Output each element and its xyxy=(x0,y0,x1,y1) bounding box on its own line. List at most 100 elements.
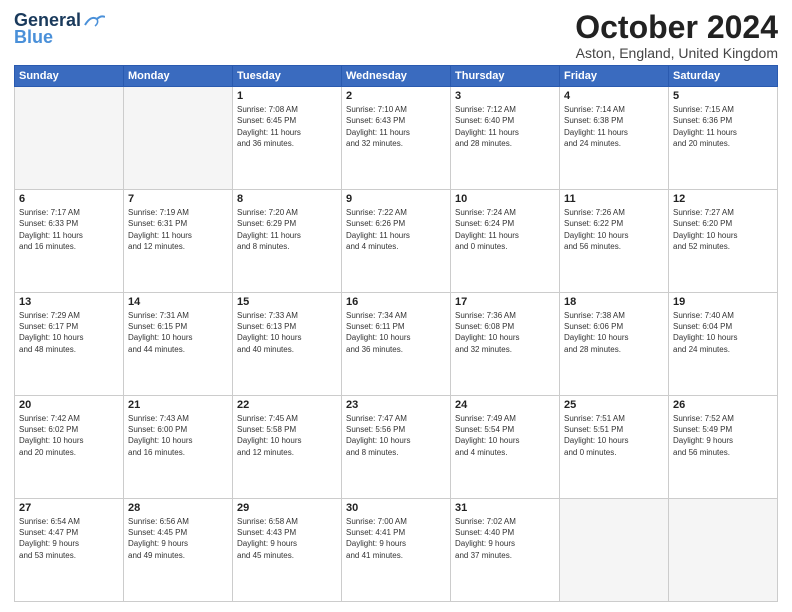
day-info: Sunrise: 6:54 AM Sunset: 4:47 PM Dayligh… xyxy=(19,516,119,561)
calendar-cell: 1 Sunrise: 7:08 AM Sunset: 6:45 PM Daylig… xyxy=(233,87,342,190)
calendar-cell: 15 Sunrise: 7:33 AM Sunset: 6:13 PM Dayli… xyxy=(233,293,342,396)
day-number: 12 xyxy=(673,193,773,205)
day-info: Sunrise: 7:49 AM Sunset: 5:54 PM Dayligh… xyxy=(455,413,555,458)
day-number: 9 xyxy=(346,193,446,205)
calendar-cell: 26 Sunrise: 7:52 AM Sunset: 5:49 PM Dayli… xyxy=(669,396,778,499)
day-number: 19 xyxy=(673,296,773,308)
calendar-cell: 4 Sunrise: 7:14 AM Sunset: 6:38 PM Daylig… xyxy=(560,87,669,190)
calendar-cell xyxy=(15,87,124,190)
day-number: 2 xyxy=(346,90,446,102)
calendar-cell: 25 Sunrise: 7:51 AM Sunset: 5:51 PM Dayli… xyxy=(560,396,669,499)
day-header-sunday: Sunday xyxy=(15,66,124,87)
day-number: 16 xyxy=(346,296,446,308)
day-number: 13 xyxy=(19,296,119,308)
day-info: Sunrise: 7:00 AM Sunset: 4:41 PM Dayligh… xyxy=(346,516,446,561)
day-number: 24 xyxy=(455,399,555,411)
day-info: Sunrise: 7:42 AM Sunset: 6:02 PM Dayligh… xyxy=(19,413,119,458)
day-info: Sunrise: 7:34 AM Sunset: 6:11 PM Dayligh… xyxy=(346,310,446,355)
day-info: Sunrise: 7:08 AM Sunset: 6:45 PM Dayligh… xyxy=(237,104,337,149)
day-info: Sunrise: 7:40 AM Sunset: 6:04 PM Dayligh… xyxy=(673,310,773,355)
day-info: Sunrise: 7:29 AM Sunset: 6:17 PM Dayligh… xyxy=(19,310,119,355)
calendar-cell: 18 Sunrise: 7:38 AM Sunset: 6:06 PM Dayli… xyxy=(560,293,669,396)
month-title: October 2024 xyxy=(575,10,778,45)
header: General Blue October 2024 Aston, England… xyxy=(14,10,778,61)
day-number: 23 xyxy=(346,399,446,411)
day-number: 31 xyxy=(455,502,555,514)
day-number: 25 xyxy=(564,399,664,411)
calendar-header-row: SundayMondayTuesdayWednesdayThursdayFrid… xyxy=(15,66,778,87)
day-number: 20 xyxy=(19,399,119,411)
day-info: Sunrise: 7:31 AM Sunset: 6:15 PM Dayligh… xyxy=(128,310,228,355)
day-info: Sunrise: 7:43 AM Sunset: 6:00 PM Dayligh… xyxy=(128,413,228,458)
calendar-cell: 20 Sunrise: 7:42 AM Sunset: 6:02 PM Dayli… xyxy=(15,396,124,499)
calendar-cell: 9 Sunrise: 7:22 AM Sunset: 6:26 PM Daylig… xyxy=(342,190,451,293)
week-row-2: 6 Sunrise: 7:17 AM Sunset: 6:33 PM Daylig… xyxy=(15,190,778,293)
day-header-friday: Friday xyxy=(560,66,669,87)
calendar-cell: 7Sunrise: 7:19 AM Sunset: 6:31 PM Daylig… xyxy=(124,190,233,293)
day-info: Sunrise: 7:38 AM Sunset: 6:06 PM Dayligh… xyxy=(564,310,664,355)
day-info: Sunrise: 6:56 AM Sunset: 4:45 PM Dayligh… xyxy=(128,516,228,561)
day-header-saturday: Saturday xyxy=(669,66,778,87)
day-number: 29 xyxy=(237,502,337,514)
week-row-4: 20 Sunrise: 7:42 AM Sunset: 6:02 PM Dayli… xyxy=(15,396,778,499)
day-number: 1 xyxy=(237,90,337,102)
calendar-cell: 13 Sunrise: 7:29 AM Sunset: 6:17 PM Dayli… xyxy=(15,293,124,396)
calendar-cell: 3 Sunrise: 7:12 AM Sunset: 6:40 PM Daylig… xyxy=(451,87,560,190)
calendar-cell: 6 Sunrise: 7:17 AM Sunset: 6:33 PM Daylig… xyxy=(15,190,124,293)
day-number: 11 xyxy=(564,193,664,205)
calendar-cell: 12 Sunrise: 7:27 AM Sunset: 6:20 PM Dayli… xyxy=(669,190,778,293)
calendar-cell: 22 Sunrise: 7:45 AM Sunset: 5:58 PM Dayli… xyxy=(233,396,342,499)
day-header-wednesday: Wednesday xyxy=(342,66,451,87)
day-info: Sunrise: 7:51 AM Sunset: 5:51 PM Dayligh… xyxy=(564,413,664,458)
day-info: Sunrise: 7:17 AM Sunset: 6:33 PM Dayligh… xyxy=(19,207,119,252)
day-number: 15 xyxy=(237,296,337,308)
day-number: 8 xyxy=(237,193,337,205)
day-info: Sunrise: 7:47 AM Sunset: 5:56 PM Dayligh… xyxy=(346,413,446,458)
calendar-cell: 8Sunrise: 7:20 AM Sunset: 6:29 PM Daylig… xyxy=(233,190,342,293)
day-number: 21 xyxy=(128,399,228,411)
calendar-cell xyxy=(560,499,669,602)
calendar-cell: 24 Sunrise: 7:49 AM Sunset: 5:54 PM Dayli… xyxy=(451,396,560,499)
day-number: 18 xyxy=(564,296,664,308)
calendar-cell: 21 Sunrise: 7:43 AM Sunset: 6:00 PM Dayli… xyxy=(124,396,233,499)
day-number: 27 xyxy=(19,502,119,514)
day-number: 17 xyxy=(455,296,555,308)
day-number: 26 xyxy=(673,399,773,411)
calendar-cell: 19 Sunrise: 7:40 AM Sunset: 6:04 PM Dayli… xyxy=(669,293,778,396)
day-number: 3 xyxy=(455,90,555,102)
day-number: 5 xyxy=(673,90,773,102)
calendar-cell: 27 Sunrise: 6:54 AM Sunset: 4:47 PM Dayli… xyxy=(15,499,124,602)
day-info: Sunrise: 7:27 AM Sunset: 6:20 PM Dayligh… xyxy=(673,207,773,252)
logo-blue: Blue xyxy=(14,27,53,48)
calendar-cell: 28Sunrise: 6:56 AM Sunset: 4:45 PM Dayli… xyxy=(124,499,233,602)
day-info: Sunrise: 6:58 AM Sunset: 4:43 PM Dayligh… xyxy=(237,516,337,561)
day-info: Sunrise: 7:52 AM Sunset: 5:49 PM Dayligh… xyxy=(673,413,773,458)
day-info: Sunrise: 7:14 AM Sunset: 6:38 PM Dayligh… xyxy=(564,104,664,149)
day-header-monday: Monday xyxy=(124,66,233,87)
week-row-3: 13 Sunrise: 7:29 AM Sunset: 6:17 PM Dayli… xyxy=(15,293,778,396)
calendar-cell: 29 Sunrise: 6:58 AM Sunset: 4:43 PM Dayli… xyxy=(233,499,342,602)
calendar-cell: 2 Sunrise: 7:10 AM Sunset: 6:43 PM Daylig… xyxy=(342,87,451,190)
week-row-1: 1 Sunrise: 7:08 AM Sunset: 6:45 PM Daylig… xyxy=(15,87,778,190)
day-number: 22 xyxy=(237,399,337,411)
day-info: Sunrise: 7:33 AM Sunset: 6:13 PM Dayligh… xyxy=(237,310,337,355)
day-info: Sunrise: 7:15 AM Sunset: 6:36 PM Dayligh… xyxy=(673,104,773,149)
logo-bird-icon xyxy=(83,13,105,29)
calendar-cell: 14 Sunrise: 7:31 AM Sunset: 6:15 PM Dayli… xyxy=(124,293,233,396)
day-info: Sunrise: 7:10 AM Sunset: 6:43 PM Dayligh… xyxy=(346,104,446,149)
logo: General Blue xyxy=(14,10,105,48)
location: Aston, England, United Kingdom xyxy=(575,45,778,61)
day-info: Sunrise: 7:24 AM Sunset: 6:24 PM Dayligh… xyxy=(455,207,555,252)
day-number: 4 xyxy=(564,90,664,102)
calendar-cell: 17Sunrise: 7:36 AM Sunset: 6:08 PM Dayli… xyxy=(451,293,560,396)
calendar: SundayMondayTuesdayWednesdayThursdayFrid… xyxy=(14,65,778,602)
title-block: October 2024 Aston, England, United King… xyxy=(575,10,778,61)
day-number: 6 xyxy=(19,193,119,205)
day-info: Sunrise: 7:12 AM Sunset: 6:40 PM Dayligh… xyxy=(455,104,555,149)
calendar-cell: 11Sunrise: 7:26 AM Sunset: 6:22 PM Dayli… xyxy=(560,190,669,293)
calendar-cell: 10Sunrise: 7:24 AM Sunset: 6:24 PM Dayli… xyxy=(451,190,560,293)
calendar-cell xyxy=(124,87,233,190)
day-info: Sunrise: 7:22 AM Sunset: 6:26 PM Dayligh… xyxy=(346,207,446,252)
day-info: Sunrise: 7:45 AM Sunset: 5:58 PM Dayligh… xyxy=(237,413,337,458)
day-number: 14 xyxy=(128,296,228,308)
